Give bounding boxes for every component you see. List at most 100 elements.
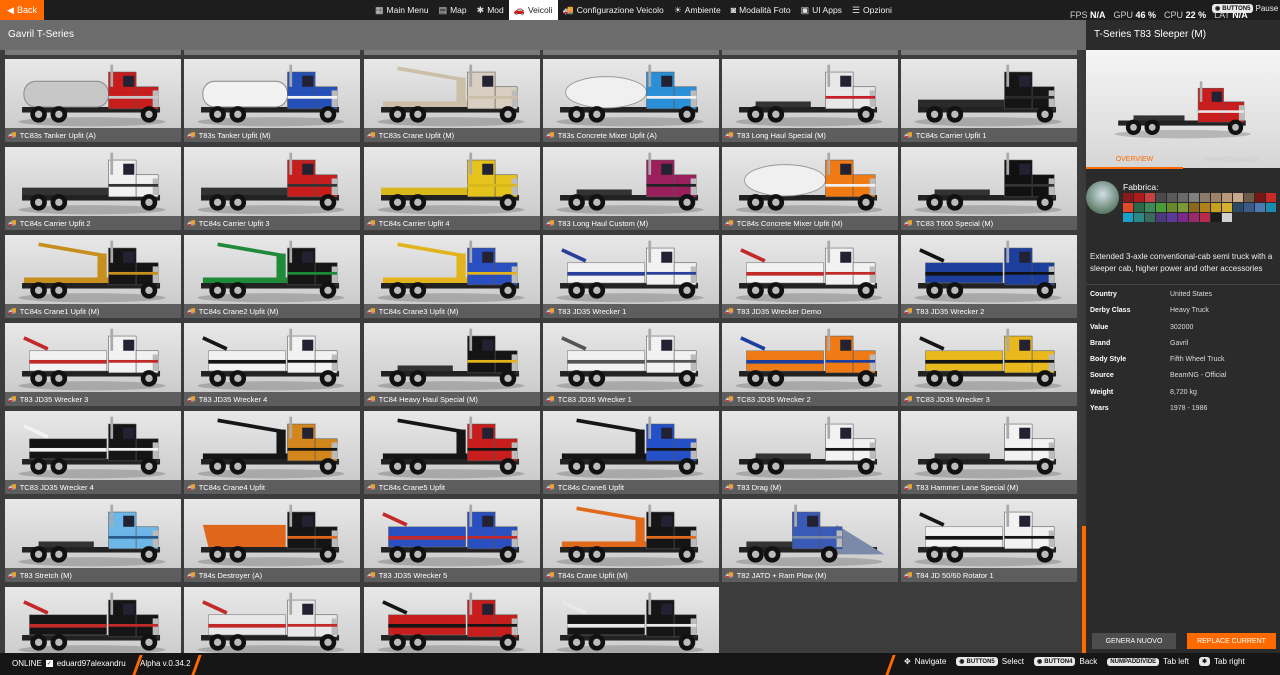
- paint-swatch[interactable]: [1134, 213, 1144, 222]
- vehicle-tile[interactable]: 🚚 T83 JD35 Wrecker 4: [184, 323, 360, 406]
- vehicle-tile[interactable]: 🚚 TC83 JD35 Wrecker 3: [901, 323, 1077, 406]
- paint-swatch[interactable]: [1200, 203, 1210, 212]
- paint-preview-icon[interactable]: [1086, 181, 1119, 214]
- menu-item-veicoli[interactable]: 🚗 Veicoli: [508, 0, 558, 20]
- hint-tab-right[interactable]: ✱ Tab right: [1198, 657, 1245, 666]
- vehicle-tile[interactable]: 🚚 TC83 JD35 Wrecker 2: [722, 323, 898, 406]
- menu-item-mod[interactable]: ✱ Mod: [472, 0, 509, 20]
- menu-item-map[interactable]: ▤ Map: [434, 0, 472, 20]
- paint-swatch[interactable]: [1244, 203, 1254, 212]
- paint-swatch[interactable]: [1233, 193, 1243, 202]
- vehicle-tile[interactable]: 🚚 TC84s Crane3 Upfit (M): [364, 235, 540, 318]
- pause-hint[interactable]: ◉ BUTTON5 Pause: [1212, 4, 1278, 13]
- vehicle-tile[interactable]: 🚚 T83 JD35 Wrecker 2: [901, 235, 1077, 318]
- hint-navigate[interactable]: ✥ Navigate: [904, 657, 946, 666]
- paint-swatch[interactable]: [1211, 203, 1221, 212]
- paint-swatch[interactable]: [1189, 213, 1199, 222]
- vehicle-tile[interactable]: 🚚 T83 JD35 Wrecker 3: [5, 323, 181, 406]
- paint-swatch[interactable]: [1222, 193, 1232, 202]
- paint-swatch[interactable]: [1156, 213, 1166, 222]
- vehicle-tile[interactable]: [364, 587, 540, 653]
- paint-swatch[interactable]: [1189, 203, 1199, 212]
- back-button[interactable]: ◀ Back: [0, 0, 44, 20]
- paint-swatch[interactable]: [1123, 203, 1133, 212]
- paint-swatch[interactable]: [1145, 203, 1155, 212]
- paint-swatch[interactable]: [1145, 193, 1155, 202]
- vehicle-tile[interactable]: 🚚 TC83s Crane Upfit (M): [364, 59, 540, 142]
- paint-swatch[interactable]: [1178, 203, 1188, 212]
- paint-swatch[interactable]: [1255, 193, 1265, 202]
- hint-tab-left[interactable]: NUMPADDIVIDE Tab left: [1107, 657, 1189, 666]
- vehicle-tile[interactable]: 🚚 TC84s Carrier Upfit 4: [364, 147, 540, 230]
- vehicle-tile[interactable]: 🚚 T84s Destroyer (A): [184, 499, 360, 582]
- vehicle-tile[interactable]: 🚚 TC84s Crane5 Upfit: [364, 411, 540, 494]
- vehicle-tile[interactable]: 🚚 TC84s Carrier Upfit 2: [5, 147, 181, 230]
- paint-swatch[interactable]: [1255, 203, 1265, 212]
- vehicle-tile[interactable]: 🚚 TC84s Crane4 Upfit: [184, 411, 360, 494]
- vehicle-tile[interactable]: 🚚 TC84s Carrier Upfit 3: [184, 147, 360, 230]
- paint-swatch[interactable]: [1200, 193, 1210, 202]
- vehicle-tile[interactable]: 🚚 T83s Concrete Mixer Upfit (A): [543, 59, 719, 142]
- menu-item-configurazione-veicolo[interactable]: 🚚 Configurazione Veicolo: [558, 0, 669, 20]
- paint-swatch[interactable]: [1134, 193, 1144, 202]
- hint-back[interactable]: ◉ BUTTON4 Back: [1034, 657, 1097, 666]
- paint-swatch[interactable]: [1167, 193, 1177, 202]
- paint-swatch[interactable]: [1178, 193, 1188, 202]
- vehicle-tile[interactable]: 🚚 T83 Hammer Lane Special (M): [901, 411, 1077, 494]
- vehicle-tile[interactable]: 🚚 TC83 JD35 Wrecker 4: [5, 411, 181, 494]
- paint-swatch[interactable]: [1123, 213, 1133, 222]
- menu-item-ambiente[interactable]: ☀ Ambiente: [669, 0, 726, 20]
- paint-swatch[interactable]: [1211, 213, 1221, 222]
- vehicle-tile[interactable]: 🚚 TC84s Crane2 Upfit (M): [184, 235, 360, 318]
- paint-swatch[interactable]: [1156, 193, 1166, 202]
- paint-swatch[interactable]: [1244, 193, 1254, 202]
- vehicle-tile[interactable]: 🚚 T83 Long Haul Custom (M): [543, 147, 719, 230]
- vehicle-tile[interactable]: 🚚 TC83s Tanker Upfit (A): [5, 59, 181, 142]
- paint-swatch[interactable]: [1222, 213, 1232, 222]
- vehicle-tile[interactable]: 🚚 T84s Crane Upfit (M): [543, 499, 719, 582]
- spec-value: Fifth Wheel Truck: [1170, 356, 1225, 364]
- vehicle-tile[interactable]: 🚚 T83 Drag (M): [722, 411, 898, 494]
- paint-swatch[interactable]: [1266, 193, 1276, 202]
- menu-item-modalit-foto[interactable]: ◙ Modalità Foto: [726, 0, 796, 20]
- generate-new-button[interactable]: GENERA NUOVO: [1092, 633, 1176, 649]
- vehicle-tile[interactable]: [543, 587, 719, 653]
- paint-swatch[interactable]: [1167, 203, 1177, 212]
- paint-swatch[interactable]: [1200, 213, 1210, 222]
- vehicle-tile[interactable]: 🚚 T84 JD 50/60 Rotator 1: [901, 499, 1077, 582]
- vehicle-tile[interactable]: 🚚 TC83 JD35 Wrecker 1: [543, 323, 719, 406]
- hint-select[interactable]: ◉ BUTTON5 Select: [956, 657, 1024, 666]
- paint-swatch[interactable]: [1123, 193, 1133, 202]
- vehicle-tile[interactable]: 🚚 T83 Stretch (M): [5, 499, 181, 582]
- vehicle-tile[interactable]: 🚚 TC84s Carrier Upfit 1: [901, 59, 1077, 142]
- vehicle-tile[interactable]: 🚚 TC84s Crane6 Upfit: [543, 411, 719, 494]
- menu-item-main-menu[interactable]: ▦ Main Menu: [370, 0, 434, 20]
- vehicle-tile[interactable]: 🚚 TC84s Crane1 Upfit (M): [5, 235, 181, 318]
- paint-swatch[interactable]: [1134, 203, 1144, 212]
- paint-swatch[interactable]: [1222, 203, 1232, 212]
- vehicle-tile[interactable]: 🚚 T83 JD35 Wrecker 1: [543, 235, 719, 318]
- vehicle-tile[interactable]: 🚚 TC84 Heavy Haul Special (M): [364, 323, 540, 406]
- vehicle-tile[interactable]: 🚚 TC84s Concrete Mixer Upfit (M): [722, 147, 898, 230]
- paint-swatch[interactable]: [1167, 213, 1177, 222]
- paint-swatch[interactable]: [1189, 193, 1199, 202]
- paint-swatch[interactable]: [1266, 203, 1276, 212]
- replace-current-button[interactable]: REPLACE CURRENT: [1187, 633, 1276, 649]
- vehicle-tile[interactable]: [5, 587, 181, 653]
- menu-item-ui-apps[interactable]: ▣ UI Apps: [796, 0, 847, 20]
- vehicle-tile[interactable]: [184, 587, 360, 653]
- paint-swatch[interactable]: [1233, 203, 1243, 212]
- vehicle-tile[interactable]: 🚚 T83 Long Haul Special (M): [722, 59, 898, 142]
- paint-swatch[interactable]: [1211, 193, 1221, 202]
- tab-performance[interactable]: PERFORMANCE: [1183, 151, 1280, 169]
- vehicle-tile[interactable]: 🚚 T83 JD35 Wrecker Demo: [722, 235, 898, 318]
- menu-item-opzioni[interactable]: ☰ Opzioni: [847, 0, 897, 20]
- paint-swatch[interactable]: [1145, 213, 1155, 222]
- vehicle-tile[interactable]: 🚚 T82 JATO + Ram Plow (M): [722, 499, 898, 582]
- vehicle-tile[interactable]: 🚚 TC83 T600 Special (M): [901, 147, 1077, 230]
- paint-swatch[interactable]: [1156, 203, 1166, 212]
- tab-overview[interactable]: OVERVIEW: [1086, 151, 1183, 169]
- paint-swatch[interactable]: [1178, 213, 1188, 222]
- vehicle-tile[interactable]: 🚚 T83 JD35 Wrecker 5: [364, 499, 540, 582]
- vehicle-tile[interactable]: 🚚 T83s Tanker Upfit (M): [184, 59, 360, 142]
